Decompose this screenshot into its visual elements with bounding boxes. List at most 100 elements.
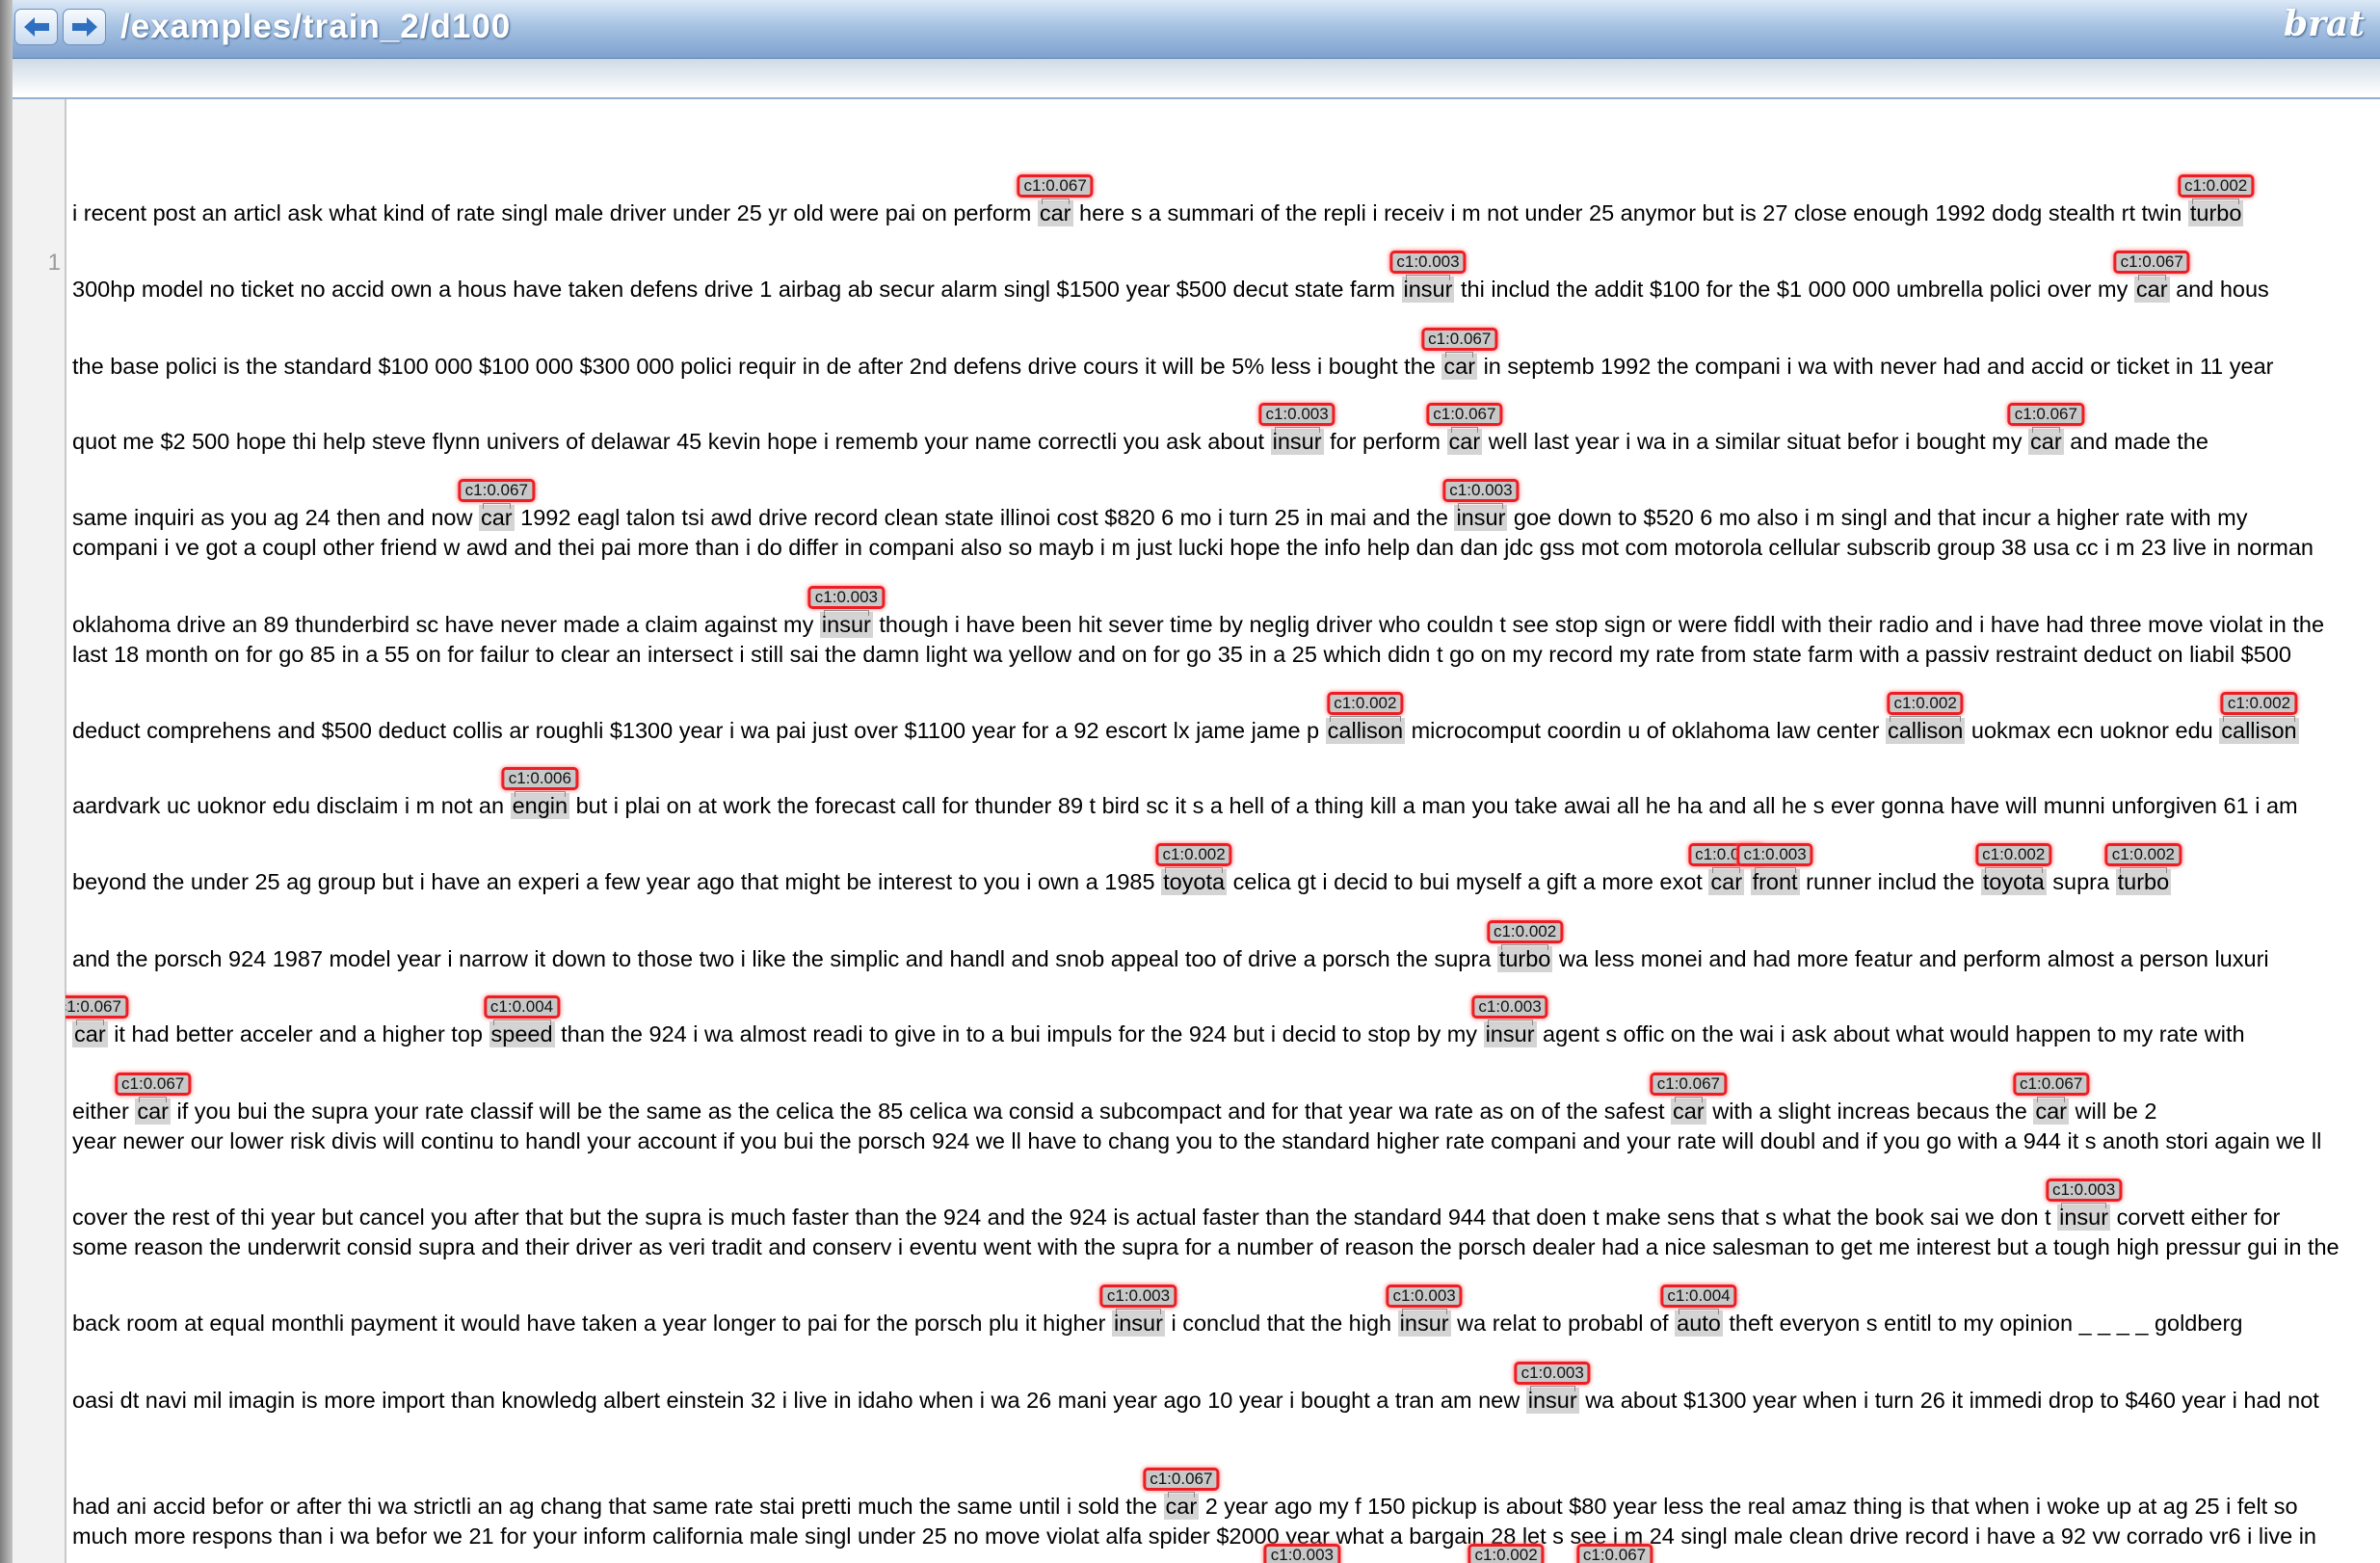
annotated-span[interactable]: c1:0.067car [2013, 1073, 2090, 1126]
text-line: either c1:0.067 car if you bui the supra … [72, 1073, 2156, 1126]
annotated-span[interactable]: c1:0.006 engin [501, 767, 578, 820]
text-line: compani i ve got a coupl other friend w … [72, 535, 2314, 561]
annotation-label[interactable]: c1:0.002 [1468, 1543, 1545, 1563]
annotated-span[interactable]: c1:0.002 turbo [2178, 174, 2255, 227]
annotated-span[interactable]: c1:0.067car [1421, 327, 1498, 380]
annotation-label[interactable]: c1:0.067 [2007, 403, 2084, 427]
annotation-label[interactable]: c1:0.003 [1099, 1285, 1177, 1309]
annotation-label[interactable]: c1:0.067 [458, 478, 535, 502]
annotation-label[interactable]: c1:0.003 [1258, 403, 1335, 427]
text-segment: goe down to $520 6 mo also i m singl and… [1513, 504, 2248, 530]
text-segment: than the 924 i wa almost readi to give i… [561, 1021, 1484, 1047]
text-segment: well last year i wa in a similar situat … [1488, 429, 2029, 455]
annotated-span[interactable]: c1:0.067car [2113, 250, 2190, 303]
annotation-label[interactable]: c1:0.067 [66, 995, 128, 1020]
annotation-label[interactable]: c1:0.004 [1660, 1285, 1737, 1309]
annotated-span[interactable]: c1:0.004 speed [483, 995, 561, 1048]
span-bracket [482, 502, 511, 509]
annotation-label[interactable]: c1:0.003 [807, 586, 886, 610]
annotation-label[interactable]: c1:0.002 [2104, 842, 2182, 866]
span-bracket [1329, 715, 1402, 722]
text-segment: theft everyon s entitl to my opinion _ _… [1729, 1311, 2243, 1337]
annotated-span[interactable]: c1:0.004 auto [1660, 1285, 1737, 1338]
annotation-label[interactable]: c1:0.002 [1155, 842, 1232, 866]
document-text-area[interactable]: i recent post an articl ask what kind of… [66, 99, 2380, 1563]
annotated-span[interactable]: c1:0.067car [1650, 1073, 1727, 1126]
back-button[interactable] [14, 9, 58, 45]
annotated-span[interactable]: c1:0.002 callison [2219, 691, 2299, 744]
annotation-label[interactable]: c1:0.002 [1887, 691, 1964, 715]
text-segment: supra [2052, 868, 2116, 894]
annotation-label[interactable]: c1:0.003 [1263, 1543, 1340, 1563]
annotation-label[interactable]: c1:0.067 [1421, 327, 1498, 351]
annotated-span[interactable]: c1:0.002 toyota [1975, 842, 2052, 895]
annotated-span[interactable]: c1:0.003 insur [807, 586, 886, 639]
annotation-label[interactable]: c1:0.003 [1389, 250, 1467, 274]
annotated-span[interactable]: c1:0.003 insur [1386, 1285, 1463, 1338]
annotated-span[interactable]: c1:0.003 insur [1514, 1362, 1591, 1415]
annotated-span[interactable]: c1:0.003 front [1736, 842, 1813, 895]
text-segment: year newer our lower risk divis will con… [72, 1128, 2322, 1154]
text-segment: for perform [1330, 429, 1447, 455]
annotation-label[interactable]: c1:0.002 [2220, 691, 2298, 715]
span-bracket [2061, 1203, 2107, 1209]
span-bracket [1401, 1309, 1447, 1315]
annotation-label[interactable]: c1:0.067 [1426, 403, 1503, 427]
text-segment: much more respons than i wa befor we 21 … [72, 1523, 2316, 1550]
annotation-label[interactable]: c1:0.067 [1575, 1543, 1653, 1563]
text-segment: though i have been hit sever time by neg… [879, 612, 2325, 638]
text-segment: aardvark uc uoknor edu disclaim i m not … [72, 793, 511, 819]
annotated-span[interactable]: c1:0.067car [458, 478, 535, 531]
annotation-label[interactable]: c1:0.002 [1486, 919, 1564, 943]
annotation-label[interactable]: c1:0.067 [1143, 1468, 1220, 1492]
annotated-span[interactable]: c1:0.002 turbo [1486, 919, 1564, 972]
span-bracket [139, 1097, 167, 1103]
annotation-label[interactable]: c1:0.003 [2045, 1179, 2123, 1203]
annotation-label[interactable]: c1:0.003 [1442, 478, 1520, 502]
annotated-span[interactable]: c1:0.067car [1143, 1468, 1220, 1521]
annotated-span[interactable]: c1:0.002 toyota [1155, 842, 1232, 895]
span-bracket [2137, 274, 2166, 280]
annotation-label[interactable]: c1:0.067 [1017, 174, 1094, 199]
annotated-span[interactable]: c1:0.003 insur [1389, 250, 1467, 303]
annotation-label[interactable]: c1:0.003 [1736, 842, 1813, 866]
annotated-span[interactable]: c1:0.067car [2007, 403, 2084, 456]
annotated-span[interactable]: c1:0.067car [1688, 842, 1765, 895]
annotation-label[interactable]: c1:0.003 [1386, 1285, 1463, 1309]
annotation-label[interactable]: c1:0.067 [2113, 250, 2190, 274]
forward-button[interactable] [63, 9, 106, 45]
annotation-label[interactable]: c1:0.067 [2013, 1073, 2090, 1097]
annotation-label[interactable]: c1:0.003 [1514, 1362, 1591, 1386]
annotation-label[interactable]: c1:0.006 [501, 767, 578, 791]
text-segment: corvett either for [2116, 1205, 2281, 1231]
annotated-span[interactable]: c1:0.003 insur [1258, 403, 1335, 456]
annotated-span[interactable]: c1:0.067car [1426, 403, 1503, 456]
annotation-label[interactable]: c1:0.004 [483, 995, 561, 1020]
span-bracket [2191, 199, 2240, 205]
annotated-span[interactable]: c1:0.002 callison [1325, 691, 1406, 744]
text-segment: cover the rest of thi year but cancel yo… [72, 1205, 2058, 1231]
annotation-label[interactable]: c1:0.002 [1975, 842, 2052, 866]
annotated-span[interactable]: c1:0.067car [115, 1073, 192, 1126]
annotated-span[interactable]: c1:0.002 turbo [2104, 842, 2182, 895]
annotation-label[interactable]: c1:0.067 [115, 1073, 192, 1097]
annotated-span[interactable]: c1:0.067car [1017, 174, 1094, 227]
annotated-span[interactable]: c1:0.003 insur [1442, 478, 1520, 531]
annotated-span[interactable]: c1:0.003 insur [1099, 1285, 1177, 1338]
annotation-label[interactable]: c1:0.002 [2178, 174, 2255, 199]
annotation-label[interactable]: c1:0.067 [1650, 1073, 1727, 1097]
span-bracket [1679, 1309, 1719, 1315]
annotated-span[interactable]: c1:0.003 insur [2045, 1179, 2123, 1232]
annotation-label[interactable]: c1:0.002 [1327, 691, 1404, 715]
text-segment: thi includ the addit $100 for the $1 000… [1460, 276, 2134, 302]
span-bracket [1458, 502, 1504, 509]
annotated-span[interactable]: c1:0.067car [66, 995, 128, 1048]
annotated-span[interactable]: c1:0.003 insur [1471, 995, 1548, 1048]
text-segment: had ani accid befor or after thi wa stri… [72, 1494, 1164, 1520]
text-segment: runner includ the [1806, 868, 1981, 894]
window-edge [0, 0, 13, 1563]
text-line: beyond the under 25 ag group but i have … [72, 842, 2182, 895]
text-segment: wa about $1300 year when i turn 26 it im… [1585, 1388, 2319, 1414]
annotated-span[interactable]: c1:0.002 callison [1885, 691, 1966, 744]
annotation-label[interactable]: c1:0.003 [1471, 995, 1548, 1020]
